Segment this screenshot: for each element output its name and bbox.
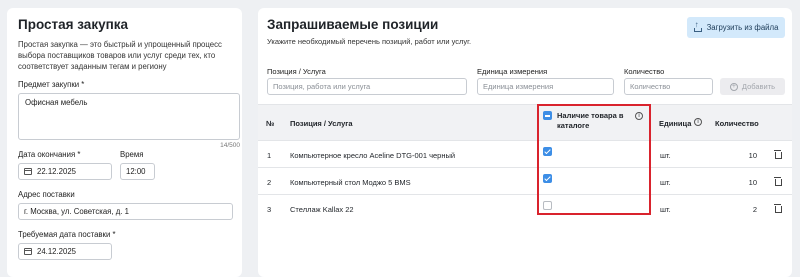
unit-input[interactable]: Единица измерения [477,78,614,95]
upload-from-file-button[interactable]: Загрузить из файла [687,17,785,38]
row-num: 2 [267,178,272,187]
delivery-date-label: Требуемая дата поставки * [18,230,116,239]
delete-row-icon[interactable] [774,150,782,159]
address-label: Адрес поставки [18,190,75,199]
subject-label: Предмет закупки * [18,80,85,89]
add-button[interactable]: + Добавить [720,78,785,95]
row-unit: шт. [660,205,671,214]
end-date-label: Дата окончания * [18,150,81,159]
delivery-date-field[interactable]: 24.12.2025 [18,243,112,260]
time-field[interactable]: 12:00 [120,163,155,180]
table-row: 3 Стеллаж Kallax 22 шт. 2 [258,194,792,221]
row-name: Компьютерное кресло Aceline DTG-001 черн… [290,151,456,160]
row-num: 3 [267,205,272,214]
time-label: Время [120,150,144,159]
upload-label: Загрузить из файла [706,23,779,32]
procurement-form-panel: Простая закупка Простая закупка — это бы… [7,8,242,277]
delete-row-icon[interactable] [774,204,782,213]
info-icon: i [694,118,702,126]
row-name: Компьютерный стол Моджо 5 BMS [290,178,411,187]
requested-positions-panel: Запрашиваемые позиции Укажите необходимы… [258,8,792,277]
positions-subtitle: Укажите необходимый перечень позиций, ра… [267,37,472,46]
add-label: Добавить [741,82,776,91]
row-unit: шт. [660,178,671,187]
address-value: г. Москва, ул. Советская, д. 1 [24,207,129,216]
subject-char-counter: 14/500 [220,142,240,149]
end-date-value: 22.12.2025 [37,167,77,176]
calendar-icon [24,168,32,175]
table-row: 2 Компьютерный стол Моджо 5 BMS шт. 10 [258,167,792,194]
row-qty: 10 [748,178,757,187]
catalog-column-highlight [537,104,651,215]
positions-title: Запрашиваемые позиции [267,17,439,32]
unit-label: Единица измерения [477,67,548,76]
form-title: Простая закупка [18,17,128,32]
qty-input[interactable]: Количество [624,78,713,95]
delivery-date-value: 24.12.2025 [37,247,77,256]
position-input[interactable]: Позиция, работа или услуга [267,78,467,95]
address-field[interactable]: г. Москва, ул. Советская, д. 1 [18,203,233,220]
header-qty: Количество [715,119,759,128]
position-label: Позиция / Услуга [267,67,326,76]
upload-icon [693,20,702,32]
plus-icon: + [729,82,738,91]
table-header: № Позиция / Услуга Наличие товара в ката… [258,104,792,140]
row-num: 1 [267,151,272,160]
end-date-field[interactable]: 22.12.2025 [18,163,112,180]
row-name: Стеллаж Kallax 22 [290,205,354,214]
row-unit: шт. [660,151,671,160]
header-unit: Единица [659,119,692,128]
time-value: 12:00 [126,167,146,176]
form-description: Простая закупка — это быстрый и упрощенн… [18,40,222,71]
calendar-icon [24,248,32,255]
table-row: 1 Компьютерное кресло Aceline DTG-001 че… [258,140,792,167]
qty-label: Количество [624,67,665,76]
subject-textarea[interactable]: Офисная мебель [18,93,240,140]
row-qty: 2 [752,205,757,214]
header-num: № [266,119,275,128]
delete-row-icon[interactable] [774,177,782,186]
row-qty: 10 [748,151,757,160]
header-position: Позиция / Услуга [290,119,353,128]
